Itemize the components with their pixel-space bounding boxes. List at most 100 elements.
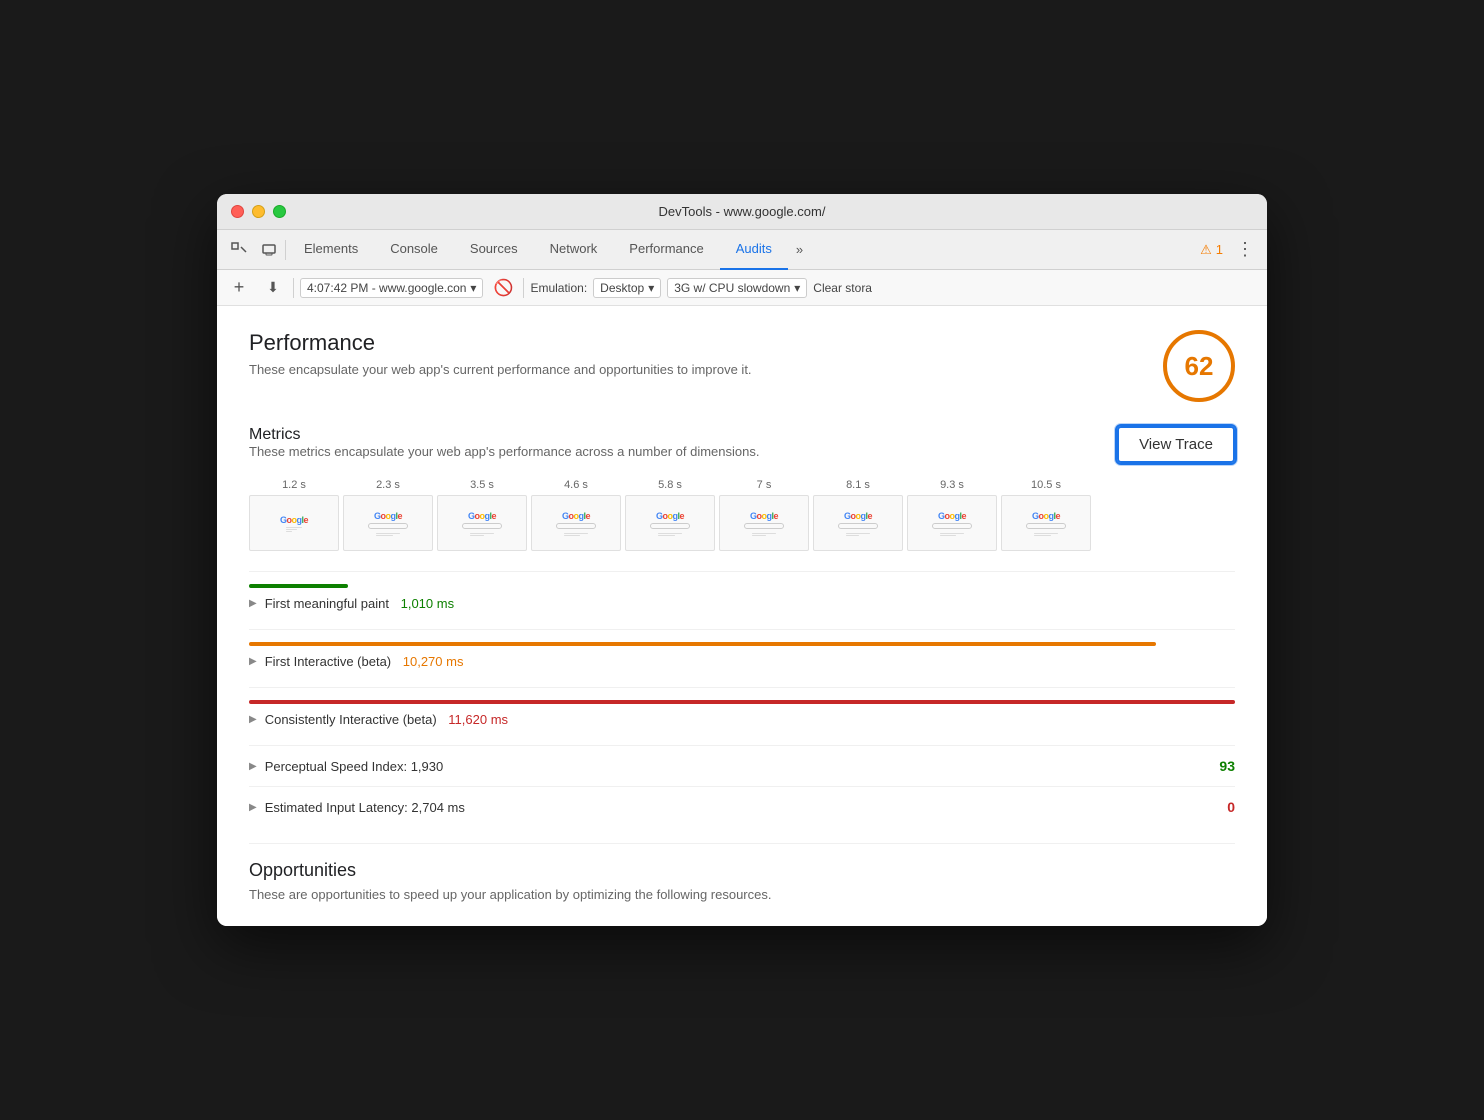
filmstrip-item: 2.3 s Google bbox=[343, 479, 433, 551]
filmstrip-item: 8.1 s Google bbox=[813, 479, 903, 551]
tab-console[interactable]: Console bbox=[374, 230, 454, 270]
tab-more[interactable]: » bbox=[788, 230, 811, 270]
download-icon[interactable]: ⬇ bbox=[259, 274, 287, 302]
expand-icon[interactable]: ▶ bbox=[249, 714, 257, 725]
filmstrip-time: 1.2 s bbox=[282, 479, 306, 491]
devtools-window: DevTools - www.google.com/ Elements Cons… bbox=[217, 194, 1267, 926]
metric-bar-container: ▶ Consistently Interactive (beta) 11,620… bbox=[249, 712, 1235, 727]
main-content: Performance These encapsulate your web a… bbox=[217, 306, 1267, 926]
tab-performance[interactable]: Performance bbox=[613, 230, 719, 270]
clear-storage-label: Clear stora bbox=[813, 281, 872, 295]
metric-row-psi: ▶ Perceptual Speed Index: 1,930 93 bbox=[249, 745, 1235, 786]
metrics-description: These metrics encapsulate your web app's… bbox=[249, 444, 759, 459]
filmstrip-thumb: Google bbox=[719, 495, 809, 551]
page-title: Performance bbox=[249, 330, 752, 356]
expand-icon[interactable]: ▶ bbox=[249, 656, 257, 667]
warning-icon: ⚠ bbox=[1200, 242, 1212, 258]
minimize-button[interactable] bbox=[252, 205, 265, 218]
metric-score-row: ▶ Perceptual Speed Index: 1,930 93 bbox=[249, 758, 1235, 774]
emulation-label: Emulation: bbox=[530, 281, 587, 295]
filmstrip-item: 5.8 s Google bbox=[625, 479, 715, 551]
device-toggle-icon[interactable] bbox=[255, 236, 283, 264]
filmstrip-thumb: Google bbox=[907, 495, 997, 551]
subbar-divider2 bbox=[523, 278, 524, 298]
fmp-progress-bar bbox=[249, 584, 348, 588]
add-icon[interactable]: + bbox=[225, 274, 253, 302]
expand-icon[interactable]: ▶ bbox=[249, 761, 257, 772]
network-selector[interactable]: 3G w/ CPU slowdown ▾ bbox=[667, 278, 807, 298]
close-button[interactable] bbox=[231, 205, 244, 218]
tab-elements[interactable]: Elements bbox=[288, 230, 374, 270]
filmstrip-thumb: Google bbox=[531, 495, 621, 551]
metric-label-row: ▶ Consistently Interactive (beta) 11,620… bbox=[249, 712, 508, 727]
metric-label-row: ▶ Estimated Input Latency: 2,704 ms bbox=[249, 800, 465, 815]
menu-icon[interactable]: ⋮ bbox=[1231, 236, 1259, 264]
dropdown-arrow-icon: ▾ bbox=[470, 281, 476, 295]
filmstrip-thumb: Google bbox=[1001, 495, 1091, 551]
expand-icon[interactable]: ▶ bbox=[249, 598, 257, 609]
metric-row-fi: ▶ First Interactive (beta) 10,270 ms bbox=[249, 629, 1235, 687]
traffic-lights bbox=[231, 205, 286, 218]
inspector-icon[interactable] bbox=[225, 236, 253, 264]
filmstrip-time: 8.1 s bbox=[846, 479, 870, 491]
filmstrip-item: 4.6 s Google bbox=[531, 479, 621, 551]
filmstrip-thumb: Google bbox=[437, 495, 527, 551]
filmstrip-time: 3.5 s bbox=[470, 479, 494, 491]
metric-label-row: ▶ Perceptual Speed Index: 1,930 bbox=[249, 759, 443, 774]
subbar-divider bbox=[293, 278, 294, 298]
filmstrip-time: 5.8 s bbox=[658, 479, 682, 491]
metric-name: Perceptual Speed Index: 1,930 bbox=[265, 759, 444, 774]
maximize-button[interactable] bbox=[273, 205, 286, 218]
warning-badge[interactable]: ⚠ 1 bbox=[1200, 242, 1223, 258]
tab-sources[interactable]: Sources bbox=[454, 230, 534, 270]
devtools-toolbar: Elements Console Sources Network Perform… bbox=[217, 230, 1267, 270]
metric-label-row: ▶ First Interactive (beta) 10,270 ms bbox=[249, 654, 463, 669]
filmstrip-thumb: Google bbox=[813, 495, 903, 551]
metric-bar-container: ▶ First Interactive (beta) 10,270 ms bbox=[249, 654, 1235, 669]
tab-network[interactable]: Network bbox=[534, 230, 614, 270]
metric-name: First meaningful paint bbox=[265, 596, 393, 611]
performance-header: Performance These encapsulate your web a… bbox=[249, 330, 1235, 402]
dropdown-arrow-icon2: ▾ bbox=[648, 281, 654, 295]
toolbar-divider bbox=[285, 240, 286, 260]
subbar: + ⬇ 4:07:42 PM - www.google.con ▾ 🚫 Emul… bbox=[217, 270, 1267, 306]
window-title: DevTools - www.google.com/ bbox=[659, 204, 826, 219]
metric-row-eil: ▶ Estimated Input Latency: 2,704 ms 0 bbox=[249, 786, 1235, 827]
filmstrip-item: 1.2 s Google bbox=[249, 479, 339, 551]
metric-name: Consistently Interactive (beta) bbox=[265, 712, 441, 727]
filmstrip-item: 3.5 s Google bbox=[437, 479, 527, 551]
metric-label-row: ▶ First meaningful paint 1,010 ms bbox=[249, 596, 454, 611]
time-url-selector[interactable]: 4:07:42 PM - www.google.con ▾ bbox=[300, 278, 483, 298]
tab-audits[interactable]: Audits bbox=[720, 230, 788, 270]
dropdown-arrow-icon3: ▾ bbox=[794, 281, 800, 295]
view-trace-button[interactable]: View Trace bbox=[1117, 426, 1235, 463]
opportunities-description: These are opportunities to speed up your… bbox=[249, 887, 1235, 902]
metric-value: 1,010 ms bbox=[401, 596, 454, 611]
block-icon[interactable]: 🚫 bbox=[489, 274, 517, 302]
filmstrip-time: 9.3 s bbox=[940, 479, 964, 491]
toolbar-right: ⚠ 1 ⋮ bbox=[1200, 236, 1259, 264]
filmstrip-time: 4.6 s bbox=[564, 479, 588, 491]
fi-progress-bar bbox=[249, 642, 1156, 646]
filmstrip-time: 2.3 s bbox=[376, 479, 400, 491]
filmstrip-thumb: Google bbox=[343, 495, 433, 551]
performance-score: 62 bbox=[1163, 330, 1235, 402]
metric-row-fmp: ▶ First meaningful paint 1,010 ms bbox=[249, 571, 1235, 629]
metrics-section: Metrics These metrics encapsulate your w… bbox=[249, 426, 1235, 827]
perf-description: These encapsulate your web app's current… bbox=[249, 362, 752, 377]
filmstrip-time: 10.5 s bbox=[1031, 479, 1061, 491]
tab-bar: Elements Console Sources Network Perform… bbox=[288, 230, 811, 270]
filmstrip-item: 10.5 s Google bbox=[1001, 479, 1091, 551]
metric-row-ci: ▶ Consistently Interactive (beta) 11,620… bbox=[249, 687, 1235, 745]
metric-name: First Interactive (beta) bbox=[265, 654, 395, 669]
ci-progress-bar bbox=[249, 700, 1235, 704]
filmstrip-item: 9.3 s Google bbox=[907, 479, 997, 551]
expand-icon[interactable]: ▶ bbox=[249, 802, 257, 813]
desktop-selector[interactable]: Desktop ▾ bbox=[593, 278, 661, 298]
titlebar: DevTools - www.google.com/ bbox=[217, 194, 1267, 230]
filmstrip: 1.2 s Google 2.3 s Google bbox=[249, 479, 1235, 551]
filmstrip-thumb: Google bbox=[249, 495, 339, 551]
metrics-header: Metrics These metrics encapsulate your w… bbox=[249, 426, 1235, 475]
metric-score: 0 bbox=[1227, 799, 1235, 815]
perf-header-text: Performance These encapsulate your web a… bbox=[249, 330, 752, 377]
